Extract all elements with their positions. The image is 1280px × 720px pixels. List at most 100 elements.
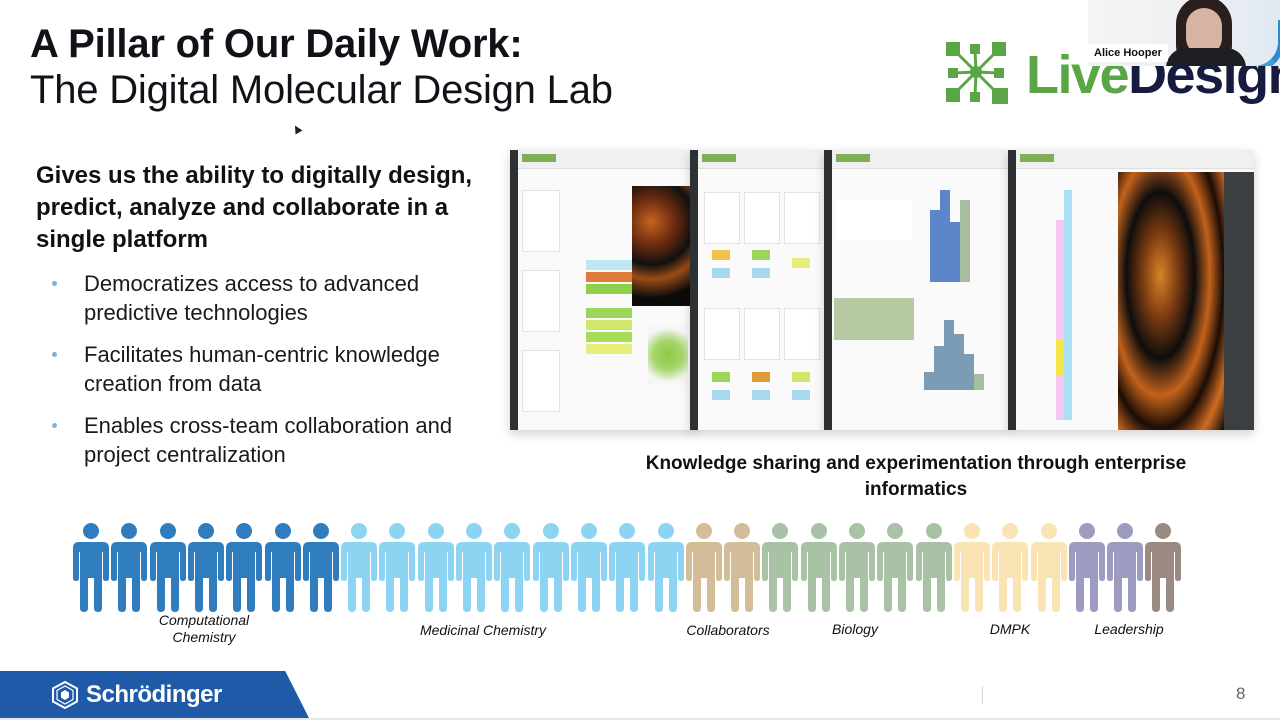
property-column (1064, 190, 1072, 420)
person-icon-medicinal-chemistry (417, 520, 454, 612)
person-icon-dmpk (1030, 520, 1067, 612)
slide-title-line2: The Digital Molecular Design Lab (30, 68, 613, 112)
histogram-analysis-view-screenshot (824, 150, 1010, 430)
molecule-card (744, 192, 780, 244)
person-icon-medicinal-chemistry (570, 520, 607, 612)
property-cell (586, 332, 632, 342)
histogram-bar (930, 210, 940, 282)
histogram-bar (934, 346, 944, 390)
group-label-medicinal-chemistry: Medicinal Chemistry (419, 622, 547, 638)
app-sidebar (510, 150, 518, 430)
histogram-bar (954, 334, 964, 390)
compound-grid-view-screenshot (690, 150, 824, 430)
bullet-item: Democratizes access to advanced predicti… (52, 269, 482, 327)
background-dna-graphic (1238, 20, 1280, 66)
mouse-cursor-icon (291, 123, 303, 135)
person-icon-leadership (1107, 520, 1144, 612)
person-icon-medicinal-chemistry (532, 520, 569, 612)
inspector-panel (1224, 172, 1254, 430)
person-icon-medicinal-chemistry (341, 520, 378, 612)
molecule-card (522, 270, 560, 332)
participant-shirt (1166, 48, 1246, 66)
property-cell (712, 250, 730, 260)
property-cell (1056, 340, 1064, 376)
property-cell (792, 372, 810, 382)
group-label-biology: Biology (832, 621, 878, 637)
person-icon-medicinal-chemistry (456, 520, 492, 612)
bullet-text: Facilitates human-centric knowledge crea… (84, 342, 440, 396)
person-icon-computational-chemistry (226, 520, 263, 612)
app-header (518, 150, 696, 169)
histogram-bar (950, 222, 960, 282)
molecule-card (522, 350, 560, 412)
molecule-card (704, 192, 740, 244)
person-icon-computational-chemistry (149, 520, 186, 612)
compound-detail-view-screenshot (510, 150, 696, 430)
livedesign-screenshots-collage (510, 150, 1256, 435)
slide-title-line1: A Pillar of Our Daily Work: (30, 22, 523, 66)
property-cell (586, 320, 632, 330)
property-cell (586, 308, 632, 318)
property-cell (752, 372, 770, 382)
app-tab (836, 154, 870, 162)
histogram-bar (964, 354, 974, 390)
molecule-card (744, 308, 780, 360)
property-cell (712, 372, 730, 382)
property-cell (752, 268, 770, 278)
person-icon-biology (877, 520, 914, 612)
footer-divider (982, 686, 983, 704)
protein-structure-view-screenshot (1008, 150, 1254, 430)
app-header (1016, 150, 1254, 169)
property-cell (586, 284, 632, 294)
property-cell (586, 260, 632, 270)
property-cell (752, 250, 770, 260)
protein-render (632, 186, 696, 306)
person-icon-medicinal-chemistry (379, 520, 416, 612)
app-sidebar (690, 150, 698, 430)
property-cell (712, 268, 730, 278)
property-cell (792, 390, 810, 400)
bullet-text: Democratizes access to advanced predicti… (84, 271, 420, 325)
app-tab (522, 154, 556, 162)
person-icon-leadership (1068, 520, 1105, 612)
histogram-bar (924, 372, 934, 390)
property-cell (586, 272, 632, 282)
molecule-card (784, 192, 820, 244)
person-icon-medicinal-chemistry (609, 520, 646, 612)
person-icon-medicinal-chemistry (494, 520, 531, 612)
schrodinger-hexagon-icon (52, 681, 78, 709)
bullet-dot-icon (52, 352, 57, 357)
property-cell (712, 390, 730, 400)
bullet-item: Facilitates human-centric knowledge crea… (52, 340, 482, 398)
molecule-card (522, 190, 560, 252)
person-icon-computational-chemistry (187, 520, 224, 612)
person-icon-medicinal-chemistry (647, 520, 684, 612)
person-icon-computational-chemistry (302, 520, 339, 612)
team-composition-graphic (0, 520, 1280, 612)
group-label-computational-chemistry: Computational Chemistry (158, 612, 250, 645)
network-node-icon (946, 42, 1008, 104)
bullet-dot-icon (52, 423, 57, 428)
group-label-collaborators: Collaborators (686, 622, 770, 638)
selected-table-row (834, 298, 914, 340)
lead-statement: Gives us the ability to digitally design… (36, 162, 473, 253)
bullet-list: Democratizes access to advanced predicti… (52, 269, 482, 482)
scatter-plot (648, 325, 688, 385)
property-cell (586, 344, 632, 354)
person-icon-dmpk (953, 520, 990, 612)
participant-name-tag: Alice Hooper (1088, 44, 1168, 62)
histogram-bar (960, 200, 970, 282)
molecule-card (704, 308, 740, 360)
app-tab (1020, 154, 1054, 162)
app-header (832, 150, 1010, 169)
app-sidebar (824, 150, 832, 430)
property-cell (752, 390, 770, 400)
bullet-text: Enables cross-team collaboration and pro… (84, 413, 453, 467)
page-number: 8 (1236, 684, 1246, 703)
bullet-item: Enables cross-team collaboration and pro… (52, 411, 482, 469)
person-icon-computational-chemistry (111, 520, 148, 612)
schrodinger-wordmark: Schrödinger (86, 681, 222, 708)
protein-render (1118, 172, 1224, 430)
property-column (1056, 220, 1064, 420)
screenshots-caption: Knowledge sharing and experimentation th… (645, 453, 1187, 500)
